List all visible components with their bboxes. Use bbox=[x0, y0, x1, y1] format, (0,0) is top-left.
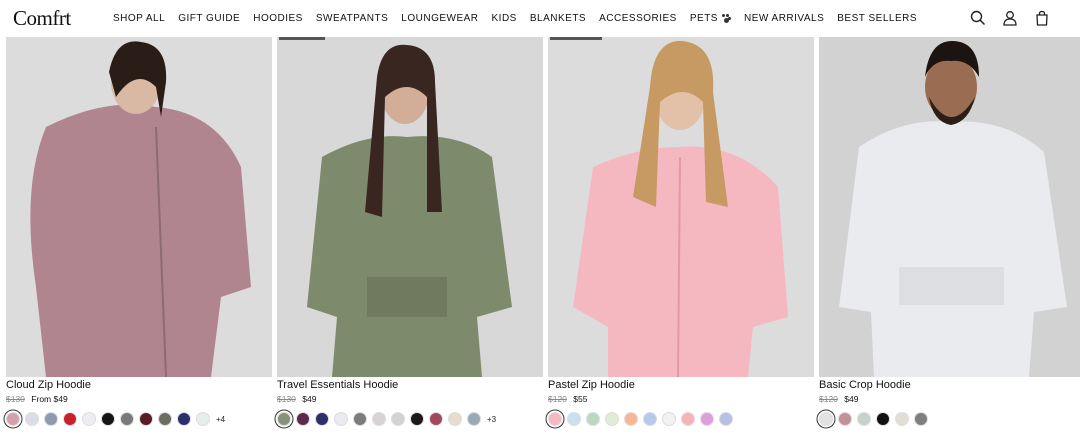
original-price: $130 bbox=[6, 394, 25, 404]
product-grid: Cloud Zip Hoodie $130 From $49 +4 Travel… bbox=[6, 37, 1080, 443]
color-swatch[interactable] bbox=[819, 412, 833, 426]
color-swatches bbox=[819, 412, 933, 426]
color-swatch[interactable] bbox=[372, 412, 386, 426]
header-icons bbox=[970, 10, 1050, 26]
color-swatch[interactable] bbox=[895, 412, 909, 426]
color-swatches: +3 bbox=[277, 412, 496, 426]
product-name[interactable]: Basic Crop Hoodie bbox=[819, 379, 911, 391]
product-card[interactable]: Basic Crop Hoodie $120 $49 bbox=[819, 37, 1080, 443]
product-image[interactable] bbox=[819, 37, 1080, 377]
badge-strip bbox=[279, 37, 325, 40]
more-colors-count[interactable]: +4 bbox=[216, 415, 225, 424]
nav-loungewear[interactable]: LOUNGEWEAR bbox=[401, 13, 478, 24]
color-swatch[interactable] bbox=[448, 412, 462, 426]
color-swatch[interactable] bbox=[277, 412, 291, 426]
nav-pets-label: PETS bbox=[689, 13, 718, 24]
model-photo bbox=[6, 37, 272, 377]
color-swatch[interactable] bbox=[681, 412, 695, 426]
color-swatch[interactable] bbox=[101, 412, 115, 426]
product-card[interactable]: Cloud Zip Hoodie $130 From $49 +4 bbox=[6, 37, 272, 443]
color-swatch[interactable] bbox=[410, 412, 424, 426]
color-swatch[interactable] bbox=[857, 412, 871, 426]
color-swatch[interactable] bbox=[643, 412, 657, 426]
color-swatch[interactable] bbox=[196, 412, 210, 426]
nav-sweatpants[interactable]: SWEATPANTS bbox=[316, 13, 388, 24]
color-swatch[interactable] bbox=[177, 412, 191, 426]
color-swatch[interactable] bbox=[662, 412, 676, 426]
color-swatch[interactable] bbox=[63, 412, 77, 426]
color-swatches bbox=[548, 412, 738, 426]
color-swatch[interactable] bbox=[158, 412, 172, 426]
nav-hoodies[interactable]: HOODIES bbox=[253, 13, 303, 24]
product-image[interactable] bbox=[548, 37, 814, 377]
nav-accessories[interactable]: ACCESSORIES bbox=[599, 13, 677, 24]
sale-price: $49 bbox=[844, 394, 859, 404]
product-price: $130 From $49 bbox=[6, 394, 68, 404]
color-swatch[interactable] bbox=[120, 412, 134, 426]
nav-blankets[interactable]: BLANKETS bbox=[530, 13, 586, 24]
color-swatch[interactable] bbox=[838, 412, 852, 426]
nav-pets[interactable]: PETS bbox=[690, 13, 731, 24]
sale-price: From $49 bbox=[31, 394, 68, 404]
color-swatch[interactable] bbox=[25, 412, 39, 426]
cart-icon[interactable] bbox=[1034, 10, 1050, 26]
product-image[interactable] bbox=[277, 37, 543, 377]
nav-shop-all[interactable]: SHOP ALL bbox=[113, 13, 165, 24]
product-price: $120 $49 bbox=[819, 394, 858, 404]
color-swatch[interactable] bbox=[567, 412, 581, 426]
nav-new-arrivals[interactable]: NEW ARRIVALS bbox=[744, 13, 824, 24]
search-icon[interactable] bbox=[970, 10, 986, 26]
color-swatch[interactable] bbox=[700, 412, 714, 426]
color-swatch[interactable] bbox=[586, 412, 600, 426]
color-swatch[interactable] bbox=[914, 412, 928, 426]
color-swatch[interactable] bbox=[624, 412, 638, 426]
color-swatch[interactable] bbox=[467, 412, 481, 426]
sale-price: $49 bbox=[302, 394, 317, 404]
color-swatch[interactable] bbox=[44, 412, 58, 426]
color-swatch[interactable] bbox=[548, 412, 562, 426]
site-header: Comfrt SHOP ALL GIFT GUIDE HOODIES SWEAT… bbox=[0, 0, 1080, 37]
color-swatches: +4 bbox=[6, 412, 225, 426]
color-swatch[interactable] bbox=[139, 412, 153, 426]
sale-price: $55 bbox=[573, 394, 588, 404]
product-name[interactable]: Travel Essentials Hoodie bbox=[277, 379, 398, 391]
color-swatch[interactable] bbox=[296, 412, 310, 426]
account-icon[interactable] bbox=[1002, 10, 1018, 26]
color-swatch[interactable] bbox=[429, 412, 443, 426]
original-price: $130 bbox=[277, 394, 296, 404]
color-swatch[interactable] bbox=[391, 412, 405, 426]
product-image[interactable] bbox=[6, 37, 272, 377]
model-photo bbox=[277, 37, 543, 377]
product-card[interactable]: Travel Essentials Hoodie $130 $49 +3 bbox=[277, 37, 543, 443]
color-swatch[interactable] bbox=[82, 412, 96, 426]
product-price: $120 $55 bbox=[548, 394, 587, 404]
main-nav: SHOP ALL GIFT GUIDE HOODIES SWEATPANTS L… bbox=[113, 13, 930, 24]
product-name[interactable]: Cloud Zip Hoodie bbox=[6, 379, 91, 391]
product-price: $130 $49 bbox=[277, 394, 316, 404]
product-name[interactable]: Pastel Zip Hoodie bbox=[548, 379, 635, 391]
color-swatch[interactable] bbox=[6, 412, 20, 426]
nav-gift-guide[interactable]: GIFT GUIDE bbox=[178, 13, 240, 24]
model-photo bbox=[548, 37, 814, 377]
badge-strip bbox=[550, 37, 602, 40]
paw-icon bbox=[721, 14, 731, 23]
color-swatch[interactable] bbox=[353, 412, 367, 426]
color-swatch[interactable] bbox=[876, 412, 890, 426]
product-card[interactable]: Pastel Zip Hoodie $120 $55 bbox=[548, 37, 814, 443]
color-swatch[interactable] bbox=[719, 412, 733, 426]
color-swatch[interactable] bbox=[605, 412, 619, 426]
brand-logo[interactable]: Comfrt bbox=[13, 6, 71, 31]
nav-best-sellers[interactable]: BEST SELLERS bbox=[837, 13, 917, 24]
original-price: $120 bbox=[819, 394, 838, 404]
color-swatch[interactable] bbox=[334, 412, 348, 426]
color-swatch[interactable] bbox=[315, 412, 329, 426]
original-price: $120 bbox=[548, 394, 567, 404]
more-colors-count[interactable]: +3 bbox=[487, 415, 496, 424]
model-photo bbox=[819, 37, 1080, 377]
nav-kids[interactable]: KIDS bbox=[492, 13, 517, 24]
